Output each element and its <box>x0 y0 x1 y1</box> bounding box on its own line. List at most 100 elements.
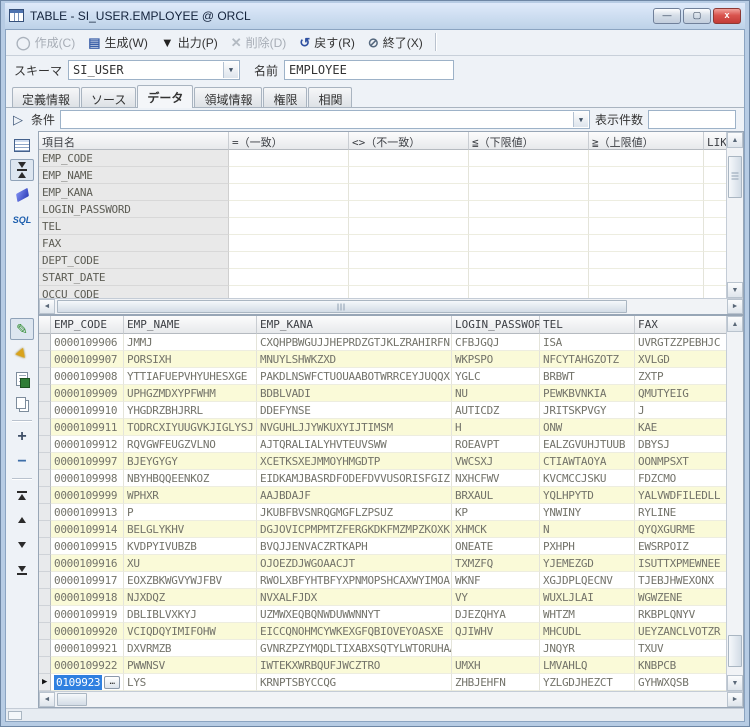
excel-export-button[interactable] <box>10 368 34 390</box>
data-cell[interactable]: EIDKAMJBASRDFODEFDVVUSORISFGIZ <box>257 470 452 487</box>
data-cell[interactable]: NVGUHLJJYWKUXYIJTIMSM <box>257 419 452 436</box>
filter-value-cell[interactable] <box>349 286 469 298</box>
data-cell[interactable]: TXMZFQ <box>452 555 540 572</box>
data-cell[interactable]: 0000109908 <box>51 368 124 385</box>
row-selector[interactable] <box>39 419 51 436</box>
data-cell[interactable]: NFCYTAHGZOTZ <box>540 351 635 368</box>
data-cell[interactable]: UEYZANCLVOTZR <box>635 623 726 640</box>
row-selector[interactable] <box>39 606 51 623</box>
data-cell[interactable]: FDZCMO <box>635 470 726 487</box>
filter-value-cell[interactable] <box>469 252 589 269</box>
toolbar-generate-button[interactable]: ▤生成(W) <box>84 32 155 53</box>
data-column-header[interactable]: EMP_KANA <box>257 316 452 334</box>
filter-value-cell[interactable] <box>704 235 726 252</box>
data-cell[interactable]: XGJDPLQECNV <box>540 572 635 589</box>
data-cell[interactable]: 0000109997 <box>51 453 124 470</box>
filter-value-cell[interactable] <box>704 167 726 184</box>
filter-value-cell[interactable] <box>229 201 349 218</box>
data-cell[interactable]: 0000109914 <box>51 521 124 538</box>
data-cell[interactable]: 0000109907 <box>51 351 124 368</box>
data-cell[interactable]: UZMWXEQBQNWDUWWNNYT <box>257 606 452 623</box>
edit-mode-button[interactable]: ✎ <box>10 318 34 340</box>
filter-value-cell[interactable] <box>469 269 589 286</box>
data-cell[interactable]: WGWZENE <box>635 589 726 606</box>
filter-value-cell[interactable] <box>589 201 704 218</box>
filter-value-cell[interactable] <box>349 184 469 201</box>
data-cell[interactable]: TJEBJHWEXONX <box>635 572 726 589</box>
data-cell[interactable]: AAJBDAJF <box>257 487 452 504</box>
row-selector[interactable] <box>39 521 51 538</box>
tab-領域情報[interactable]: 領域情報 <box>194 87 262 107</box>
data-cell[interactable]: N <box>540 521 635 538</box>
show-grid-button[interactable] <box>10 134 34 156</box>
data-cell[interactable]: YQLHPYTD <box>540 487 635 504</box>
filter-value-cell[interactable] <box>469 184 589 201</box>
filter-value-cell[interactable] <box>589 235 704 252</box>
data-cell[interactable]: 0000109915 <box>51 538 124 555</box>
filter-horizontal-scrollbar[interactable]: ◄ ► <box>39 298 743 314</box>
filter-vertical-scrollbar[interactable]: ▲ ▼ <box>726 132 743 298</box>
filter-value-cell[interactable] <box>469 235 589 252</box>
filter-value-cell[interactable] <box>589 184 704 201</box>
data-cell[interactable]: WPHXR <box>124 487 257 504</box>
data-cell[interactable]: 0000109917 <box>51 572 124 589</box>
row-selector[interactable] <box>39 657 51 674</box>
data-cell[interactable]: XCETKSXEJMMOYHMGDTP <box>257 453 452 470</box>
data-column-header[interactable]: EMP_CODE <box>51 316 124 334</box>
data-cell[interactable]: BRXAUL <box>452 487 540 504</box>
filter-value-cell[interactable] <box>469 218 589 235</box>
chevron-down-icon[interactable]: ▼ <box>223 62 238 78</box>
data-cell[interactable]: YNWINY <box>540 504 635 521</box>
tab-定義情報[interactable]: 定義情報 <box>12 87 80 107</box>
scroll-left-icon[interactable]: ◄ <box>39 299 55 314</box>
data-cell[interactable]: LYS <box>124 674 257 691</box>
data-cell[interactable]: RWOLXBFYHTBFYXPNMOPSHCAXWYIMOA <box>257 572 452 589</box>
data-cell[interactable]: UMXH <box>452 657 540 674</box>
maximize-button[interactable]: ▢ <box>683 8 711 24</box>
data-cell[interactable]: PORSIXH <box>124 351 257 368</box>
data-cell[interactable]: PAKDLNSWFCTUOUAABOTWRRCEYJUQQX <box>257 368 452 385</box>
data-cell[interactable]: P <box>124 504 257 521</box>
row-selector[interactable] <box>39 487 51 504</box>
data-cell[interactable]: RKBPLQNYV <box>635 606 726 623</box>
data-cell[interactable]: PEWKBVNKIA <box>540 385 635 402</box>
next-row-button[interactable] <box>10 534 34 556</box>
data-cell[interactable]: DBLIBLVXKYJ <box>124 606 257 623</box>
data-cell[interactable]: JMMJ <box>124 334 257 351</box>
data-cell[interactable]: PWWNSV <box>124 657 257 674</box>
data-cell[interactable]: XHMCK <box>452 521 540 538</box>
titlebar[interactable]: TABLE - SI_USER.EMPLOYEE @ ORCL — ▢ x <box>5 3 745 29</box>
data-cell[interactable]: JNQYR <box>540 640 635 657</box>
tab-データ[interactable]: データ <box>137 85 193 108</box>
data-cell[interactable]: DJEZQHYA <box>452 606 540 623</box>
data-cell[interactable]: YJEMEZGD <box>540 555 635 572</box>
row-selector[interactable] <box>39 572 51 589</box>
data-column-header[interactable]: LOGIN_PASSWORD <box>452 316 540 334</box>
data-horizontal-scrollbar[interactable]: ◄ ► <box>39 691 743 707</box>
filter-value-cell[interactable] <box>704 286 726 298</box>
row-selector[interactable] <box>39 453 51 470</box>
data-cell[interactable]: YTTIAFUEPVHYUHESXGE <box>124 368 257 385</box>
data-cell[interactable]: DXVRMZB <box>124 640 257 657</box>
data-cell[interactable]: GYHWXQSB <box>635 674 726 691</box>
current-row-marker[interactable]: ▶ <box>39 674 51 691</box>
data-cell[interactable] <box>452 640 540 657</box>
scrollbar-thumb[interactable] <box>728 635 742 667</box>
filter-value-cell[interactable] <box>704 150 726 167</box>
data-cell[interactable]: KP <box>452 504 540 521</box>
filter-value-cell[interactable] <box>349 235 469 252</box>
data-cell[interactable]: 0000109918 <box>51 589 124 606</box>
data-cell[interactable]: 0000109913 <box>51 504 124 521</box>
data-cell[interactable]: DDEFYNSE <box>257 402 452 419</box>
data-cell[interactable]: RQVGWFEUGZVLNO <box>124 436 257 453</box>
minimize-button[interactable]: — <box>653 8 681 24</box>
data-cell[interactable]: TODRCXIYUUGVKJIGLYSJ <box>124 419 257 436</box>
prev-row-button[interactable] <box>10 509 34 531</box>
data-cell[interactable]: BVQJJENVACZRTKAPH <box>257 538 452 555</box>
filter-value-cell[interactable] <box>469 286 589 298</box>
toolbar-undo-button[interactable]: ↺戻す(R) <box>295 32 362 53</box>
row-selector[interactable] <box>39 402 51 419</box>
object-name-input[interactable]: EMPLOYEE <box>284 60 454 80</box>
filter-value-cell[interactable] <box>349 150 469 167</box>
row-selector[interactable] <box>39 334 51 351</box>
